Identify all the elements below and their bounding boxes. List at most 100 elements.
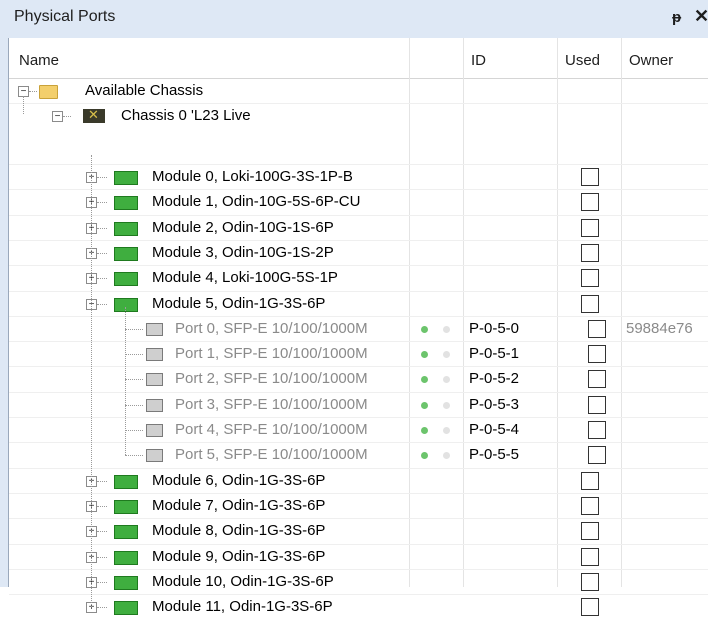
used-checkbox[interactable] (588, 421, 606, 439)
column-header-owner[interactable]: Owner (629, 38, 673, 78)
used-checkbox[interactable] (588, 446, 606, 464)
used-checkbox[interactable] (581, 497, 599, 515)
column-header-name[interactable]: Name (19, 38, 59, 78)
used-checkbox[interactable] (581, 193, 599, 211)
used-checkbox[interactable] (588, 345, 606, 363)
tree-row-module[interactable]: + Module 6, Odin-1G-3S-6P (9, 469, 708, 493)
used-checkbox[interactable] (581, 295, 599, 313)
pin-icon[interactable]: ᵽ (672, 9, 681, 26)
tree-connector (97, 506, 107, 507)
tree-row-port[interactable]: Port 1, SFP-E 10/100/1000M P-0-5-1 (9, 342, 708, 366)
used-checkbox[interactable] (581, 522, 599, 540)
chassis-icon (83, 107, 105, 123)
tree-connector (97, 278, 107, 279)
module-icon (114, 247, 138, 261)
tree-connector (97, 531, 107, 532)
tree-connector (97, 304, 107, 305)
used-checkbox[interactable] (588, 320, 606, 338)
panel-titlebar: Physical Ports ᵽ ✕ (0, 0, 708, 39)
tree-row-module[interactable]: − Module 5, Odin-1G-3S-6P (9, 292, 708, 316)
module-label: Module 0, Loki-100G-3S-1P-B (152, 168, 353, 185)
module-label: Module 10, Odin-1G-3S-6P (152, 573, 334, 590)
port-id: P-0-5-3 (469, 396, 520, 413)
port-icon (146, 449, 163, 462)
module-label: Module 3, Odin-10G-1S-2P (152, 244, 334, 261)
root-label: Available Chassis (85, 82, 204, 99)
used-checkbox[interactable] (581, 168, 599, 186)
column-header-row: Name ID Used Owner (9, 38, 708, 79)
activity-status-dot (443, 402, 450, 409)
tree-row-root[interactable]: − Available Chassis (9, 79, 708, 103)
tree-row-module[interactable]: + Module 11, Odin-1G-3S-6P (9, 595, 708, 619)
module-label: Module 11, Odin-1G-3S-6P (152, 598, 333, 615)
module-icon (114, 601, 138, 615)
activity-status-dot (443, 452, 450, 459)
tree-row-port[interactable]: Port 4, SFP-E 10/100/1000M P-0-5-4 (9, 418, 708, 442)
chassis-label: Chassis 0 'L23 Live (121, 107, 251, 124)
tree-connector (125, 307, 126, 455)
port-icon (146, 424, 163, 437)
link-status-dot (421, 351, 428, 358)
tree-row-module[interactable]: + Module 1, Odin-10G-5S-6P-CU (9, 190, 708, 214)
tree-connector (97, 253, 107, 254)
used-checkbox[interactable] (588, 370, 606, 388)
tree-row-port[interactable]: Port 3, SFP-E 10/100/1000M P-0-5-3 (9, 393, 708, 417)
port-icon (146, 323, 163, 336)
port-icon (146, 399, 163, 412)
module-icon (114, 171, 138, 185)
used-checkbox[interactable] (581, 598, 599, 616)
tree-row-module[interactable]: + Module 3, Odin-10G-1S-2P (9, 241, 708, 265)
port-icon (146, 348, 163, 361)
module-label: Module 4, Loki-100G-5S-1P (152, 269, 338, 286)
tree-connector (97, 228, 107, 229)
tree-connector (23, 96, 24, 114)
port-label: Port 2, SFP-E 10/100/1000M (175, 370, 368, 387)
tree-row-module[interactable]: + Module 4, Loki-100G-5S-1P (9, 266, 708, 290)
panel-left-border (0, 38, 8, 587)
module-icon (114, 525, 138, 539)
tree-row-port[interactable]: Port 2, SFP-E 10/100/1000M P-0-5-2 (9, 367, 708, 391)
tree-connector (125, 329, 143, 330)
close-icon[interactable]: ✕ (694, 6, 708, 27)
tree-row-module[interactable]: + Module 7, Odin-1G-3S-6P (9, 494, 708, 518)
used-checkbox[interactable] (581, 219, 599, 237)
tree-row-module[interactable]: + Module 8, Odin-1G-3S-6P (9, 519, 708, 543)
used-checkbox[interactable] (581, 548, 599, 566)
used-checkbox[interactable] (588, 396, 606, 414)
tree-row-module[interactable]: + Module 10, Odin-1G-3S-6P (9, 570, 708, 594)
tree-row-port[interactable]: Port 0, SFP-E 10/100/1000M P-0-5-0 59884e7… (9, 317, 708, 341)
port-label: Port 0, SFP-E 10/100/1000M (175, 320, 368, 337)
port-label: Port 5, SFP-E 10/100/1000M (175, 446, 368, 463)
tree-connector (125, 430, 143, 431)
panel-title: Physical Ports (14, 8, 116, 25)
used-checkbox[interactable] (581, 269, 599, 287)
module-label: Module 8, Odin-1G-3S-6P (152, 522, 326, 539)
module-icon (114, 500, 138, 514)
tree-row-module[interactable]: + Module 2, Odin-10G-1S-6P (9, 216, 708, 240)
tree-connector (97, 607, 107, 608)
tree-row-chassis[interactable]: − Chassis 0 'L23 Live (9, 96, 708, 128)
tree-row-port[interactable]: Port 5, SFP-E 10/100/1000M P-0-5-5 (9, 443, 708, 467)
physical-ports-panel: Physical Ports ᵽ ✕ Name ID Used Owner − … (0, 0, 708, 616)
used-checkbox[interactable] (581, 472, 599, 490)
activity-status-dot (443, 427, 450, 434)
used-checkbox[interactable] (581, 244, 599, 262)
tree-connector (97, 202, 107, 203)
used-checkbox[interactable] (581, 573, 599, 591)
link-status-dot (421, 326, 428, 333)
module-icon (114, 222, 138, 236)
tree-connector (91, 155, 92, 607)
port-icon (146, 373, 163, 386)
tree-connector (125, 354, 143, 355)
module-label: Module 1, Odin-10G-5S-6P-CU (152, 193, 361, 210)
tree-row-module[interactable]: + Module 0, Loki-100G-3S-1P-B (9, 165, 708, 189)
module-icon (114, 551, 138, 565)
module-icon (114, 272, 138, 286)
column-header-id[interactable]: ID (471, 38, 486, 78)
tree-connector (125, 379, 143, 380)
ports-tree-grid[interactable]: Name ID Used Owner − Available Chassis −… (8, 38, 708, 616)
tree-row-module[interactable]: + Module 9, Odin-1G-3S-6P (9, 545, 708, 569)
port-id: P-0-5-0 (469, 320, 520, 337)
collapse-toggle[interactable]: − (52, 111, 63, 122)
column-header-used[interactable]: Used (565, 38, 600, 78)
